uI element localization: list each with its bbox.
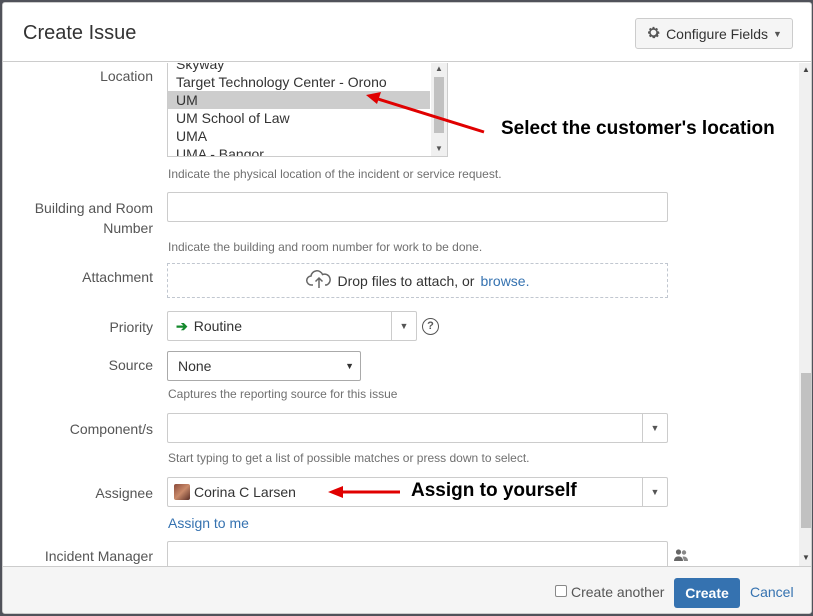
main-scrollbar[interactable]: ▲ ▼ bbox=[799, 63, 811, 566]
create-another-checkbox[interactable] bbox=[555, 585, 567, 597]
scroll-down-icon[interactable]: ▼ bbox=[799, 552, 811, 564]
location-annotation: Select the customer's location bbox=[501, 118, 775, 139]
dialog-footer: Create another Create Cancel bbox=[3, 566, 811, 613]
gear-icon bbox=[646, 25, 661, 43]
scroll-up-icon[interactable]: ▲ bbox=[431, 63, 447, 76]
create-issue-dialog: Create Issue Configure Fields ▼ Location… bbox=[2, 2, 812, 614]
location-listbox[interactable]: Skyway Target Technology Center - Orono … bbox=[167, 63, 448, 157]
chevron-down-icon[interactable]: ▼ bbox=[642, 478, 667, 506]
scroll-down-icon[interactable]: ▼ bbox=[431, 142, 447, 156]
browse-link[interactable]: browse. bbox=[480, 273, 529, 289]
arrow-right-icon: ➔ bbox=[176, 317, 188, 334]
components-help: Start typing to get a list of possible m… bbox=[168, 451, 530, 465]
building-room-input[interactable] bbox=[167, 192, 668, 222]
drop-files-text: Drop files to attach, or bbox=[337, 272, 475, 289]
assign-to-me-link[interactable]: Assign to me bbox=[168, 515, 249, 531]
avatar bbox=[174, 484, 190, 500]
location-option[interactable]: UMA bbox=[168, 127, 447, 145]
components-label: Component/s bbox=[69, 421, 153, 437]
attachment-dropzone[interactable]: Drop files to attach, or browse. bbox=[167, 263, 668, 298]
scroll-thumb[interactable] bbox=[434, 77, 444, 133]
assignee-label: Assignee bbox=[95, 485, 153, 501]
location-option[interactable]: Skyway bbox=[168, 63, 447, 73]
building-help: Indicate the building and room number fo… bbox=[168, 240, 483, 254]
location-option[interactable]: UMA - Bangor bbox=[168, 145, 447, 156]
chevron-down-icon[interactable]: ▼ bbox=[642, 414, 667, 442]
user-picker-icon[interactable] bbox=[673, 547, 689, 566]
location-label: Location bbox=[100, 68, 153, 84]
source-label: Source bbox=[108, 357, 153, 373]
chevron-down-icon[interactable]: ▼ bbox=[391, 312, 416, 340]
dialog-header: Create Issue Configure Fields ▼ bbox=[3, 3, 811, 62]
assignee-annotation: Assign to yourself bbox=[411, 480, 577, 501]
incident-manager-input[interactable] bbox=[167, 541, 668, 566]
source-value: None bbox=[178, 358, 212, 374]
chevron-down-icon: ▼ bbox=[773, 28, 782, 39]
location-scrollbar[interactable]: ▲ ▼ bbox=[431, 63, 447, 156]
priority-value: Routine bbox=[193, 318, 242, 334]
priority-label: Priority bbox=[109, 319, 153, 335]
create-another-label[interactable]: Create another bbox=[571, 584, 664, 600]
assignee-value: Corina C Larsen bbox=[194, 484, 296, 500]
source-help: Captures the reporting source for this i… bbox=[168, 387, 398, 401]
location-option[interactable]: Target Technology Center - Orono bbox=[168, 73, 447, 91]
configure-fields-label: Configure Fields bbox=[666, 25, 768, 42]
incident-manager-label: Incident Manager bbox=[44, 548, 153, 564]
help-icon[interactable]: ? bbox=[422, 318, 439, 335]
dialog-title: Create Issue bbox=[23, 22, 137, 44]
building-label-line1: Building and Room bbox=[34, 200, 153, 216]
building-label: Building and Room Number bbox=[3, 198, 153, 238]
location-option-selected[interactable]: UM bbox=[168, 91, 430, 109]
location-option[interactable]: UM School of Law bbox=[168, 109, 447, 127]
scroll-thumb[interactable] bbox=[801, 373, 811, 528]
priority-select[interactable]: ➔ Routine ▼ bbox=[167, 311, 417, 341]
create-button[interactable]: Create bbox=[674, 578, 740, 608]
cloud-upload-icon bbox=[305, 269, 332, 292]
building-label-line2: Number bbox=[103, 220, 153, 236]
components-input[interactable]: ▼ bbox=[167, 413, 668, 443]
attachment-label: Attachment bbox=[82, 269, 153, 285]
scroll-up-icon[interactable]: ▲ bbox=[799, 64, 811, 76]
cancel-link[interactable]: Cancel bbox=[750, 584, 794, 600]
chevron-down-icon: ▼ bbox=[345, 361, 354, 371]
source-select[interactable]: None ▼ bbox=[167, 351, 361, 381]
configure-fields-button[interactable]: Configure Fields ▼ bbox=[635, 18, 793, 49]
location-help: Indicate the physical location of the in… bbox=[168, 167, 502, 181]
